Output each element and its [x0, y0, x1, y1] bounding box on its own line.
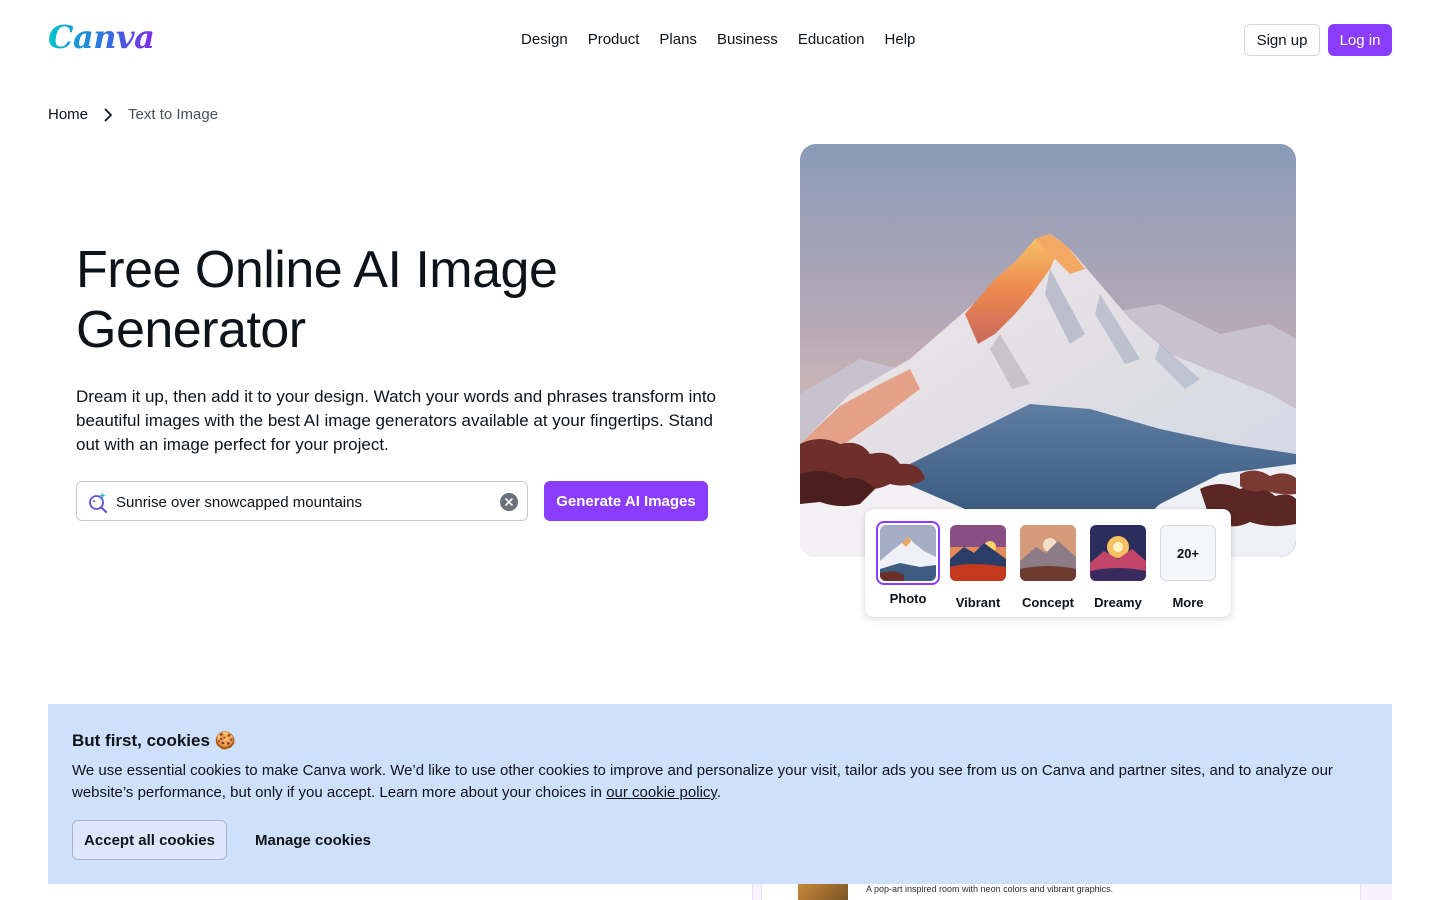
style-more-label: More [1172, 595, 1204, 610]
nav-education[interactable]: Education [788, 30, 875, 50]
canva-logo[interactable]: Canva [48, 18, 155, 56]
style-photo-option[interactable]: Photo [875, 521, 941, 606]
style-more-option[interactable]: 20+ More [1155, 521, 1221, 610]
cookie-text-end: . [716, 784, 721, 801]
style-concept-option[interactable]: Concept [1015, 521, 1081, 610]
concept-style-thumbnail [1020, 525, 1076, 581]
example-thumbnail [798, 882, 848, 900]
breadcrumb-home[interactable]: Home [48, 106, 88, 123]
main-nav: Design Product Plans Business Education … [511, 30, 925, 50]
prompt-input[interactable] [116, 491, 486, 513]
hero-description: Dream it up, then add it to your design.… [76, 387, 717, 454]
vibrant-style-thumbnail [950, 525, 1006, 581]
style-vibrant-option[interactable]: Vibrant [945, 521, 1011, 610]
style-vibrant-label: Vibrant [955, 595, 1001, 610]
cookie-title: But first, cookies 🍪 [72, 731, 236, 750]
manage-cookies-button[interactable]: Manage cookies [243, 820, 383, 860]
generate-ai-images-button[interactable]: Generate AI Images [544, 481, 708, 521]
login-button[interactable]: Log in [1328, 24, 1392, 56]
nav-plans[interactable]: Plans [649, 30, 707, 50]
photo-style-thumbnail [880, 525, 936, 581]
prompt-box[interactable] [76, 481, 528, 521]
nav-design[interactable]: Design [511, 30, 578, 50]
signup-button[interactable]: Sign up [1244, 24, 1320, 56]
more-styles-badge: 20+ [1160, 525, 1216, 581]
style-concept-label: Concept [1022, 595, 1074, 610]
nav-business[interactable]: Business [707, 30, 788, 50]
accept-cookies-button[interactable]: Accept all cookies [72, 820, 227, 860]
nav-help[interactable]: Help [875, 30, 926, 50]
style-picker: Photo Vibrant Concept Dreamy 20+ More [865, 509, 1231, 617]
breadcrumb-current: Text to Image [128, 106, 219, 123]
hero-mountain-image [800, 144, 1296, 557]
style-dreamy-label: Dreamy [1094, 595, 1142, 610]
style-dreamy-option[interactable]: Dreamy [1085, 521, 1151, 610]
magic-search-icon [87, 491, 109, 513]
cookie-text: We use essential cookies to make Canva w… [72, 760, 1362, 804]
nav-product[interactable]: Product [578, 30, 650, 50]
style-photo-label: Photo [889, 591, 927, 606]
chevron-right-icon [88, 108, 128, 122]
cookie-banner: But first, cookies 🍪 We use essential co… [48, 704, 1392, 884]
site-header: Canva Design Product Plans Business Educ… [0, 0, 1440, 80]
clear-input-icon[interactable] [500, 493, 518, 511]
page-title: Free Online AI Image Generator [76, 241, 558, 359]
dreamy-style-thumbnail [1090, 525, 1146, 581]
cookie-policy-link[interactable]: our cookie policy [606, 784, 717, 801]
example-caption: A pop-art inspired room with neon colors… [866, 884, 1114, 894]
breadcrumb: Home Text to Image [48, 106, 218, 123]
